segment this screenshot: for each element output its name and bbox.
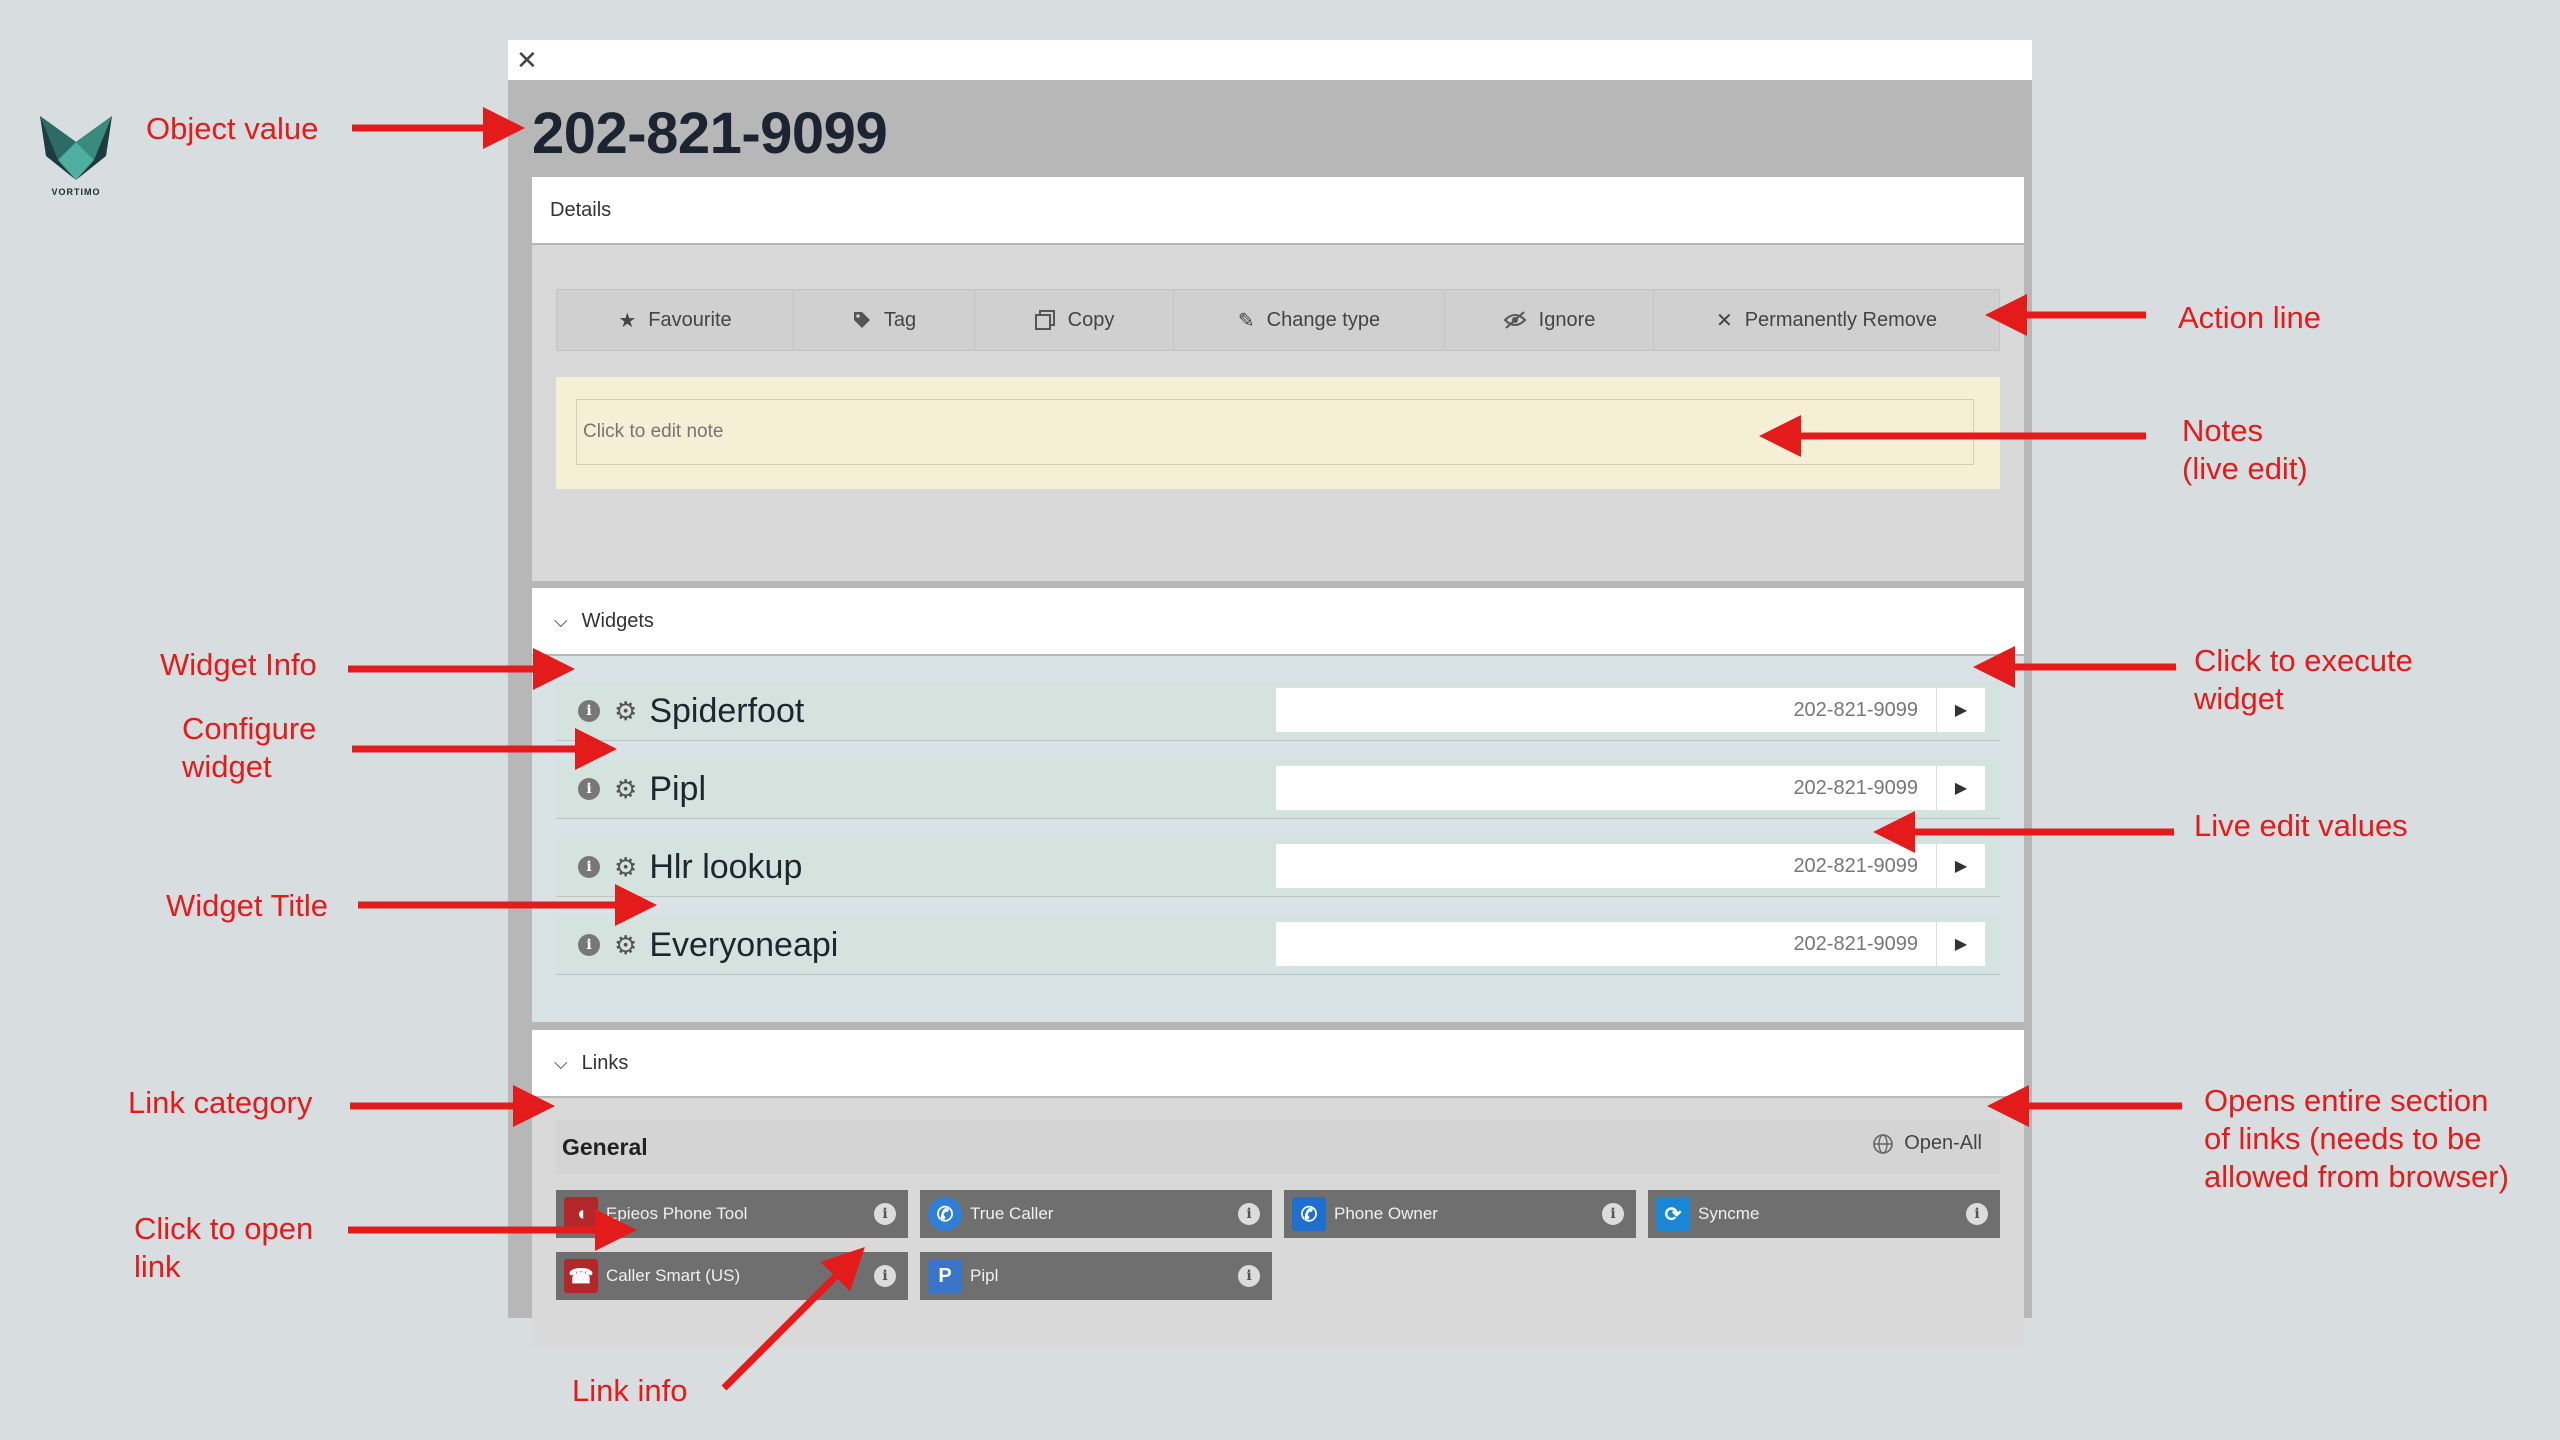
annotation-configure-sub: widget — [182, 749, 272, 784]
annotation-notes-sub: (live edit) — [2182, 451, 2308, 486]
arrow-link-info — [721, 1247, 865, 1391]
annotation-widget-info: Widget Info — [160, 647, 317, 682]
annotation-action-line: Action line — [2178, 300, 2322, 335]
annotation-link-info: Link info — [572, 1373, 688, 1408]
annotation-widget-title: Widget Title — [166, 888, 328, 923]
annotation-link-category: Link category — [128, 1085, 313, 1120]
annotation-live-edit: Live edit values — [2194, 808, 2408, 843]
annotation-execute-sub: widget — [2194, 681, 2284, 716]
annotation-open-all-2: of links (needs to be — [2204, 1121, 2482, 1156]
annotation-open-all-1: Opens entire section — [2204, 1083, 2489, 1118]
annotation-execute: Click to execute — [2194, 643, 2413, 678]
annotation-arrows — [348, 107, 2182, 1391]
annotation-notes: Notes — [2182, 413, 2263, 448]
annotation-click-open: Click to open — [134, 1211, 314, 1246]
annotation-click-open-sub: link — [134, 1249, 181, 1284]
annotation-open-all-3: allowed from browser) — [2204, 1159, 2509, 1194]
annotation-configure: Configure — [182, 711, 317, 746]
annotation-object-value: Object value — [146, 111, 319, 146]
